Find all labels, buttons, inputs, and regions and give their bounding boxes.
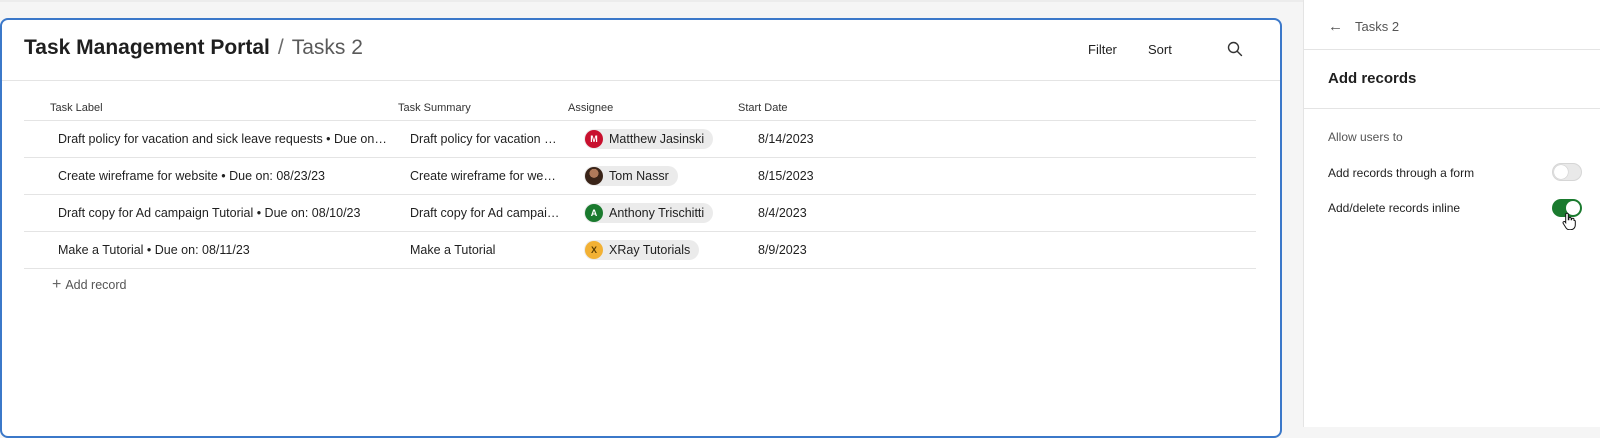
records-table: Task Label Task Summary Assignee Start D… [24,98,1256,269]
settings-panel: ← Tasks 2 Add records Allow users to Add… [1303,0,1600,427]
assignee-chip[interactable]: X XRay Tutorials [584,240,700,260]
start-date-cell[interactable]: 8/14/2023 [758,132,858,146]
column-header-assignee[interactable]: Assignee [568,102,613,114]
assignee-name: Matthew Jasinski [609,132,705,146]
task-label-cell[interactable]: Draft copy for Ad campaign Tutorial • Du… [58,206,390,220]
view-header: Task Management Portal / Tasks 2 Filter So… [2,20,1280,81]
column-header-start-date[interactable]: Start Date [738,102,788,114]
page-name: Tasks 2 [291,36,363,59]
toggle-knob [1554,165,1568,179]
arrow-left-icon: ← [1328,18,1343,35]
avatar: M [585,130,603,148]
app-name[interactable]: Task Management Portal [24,36,270,59]
task-summary-cell[interactable]: Draft copy for Ad campaign Tutorial [410,206,562,220]
table-row[interactable]: Make a Tutorial • Due on: 08/11/23 Make … [24,232,1256,269]
assignee-name: Anthony Trischitti [609,206,705,220]
option-label-form: Add records through a form [1328,166,1475,180]
start-date-cell[interactable]: 8/4/2023 [758,206,858,220]
table-row[interactable]: Create wireframe for website • Due on: 0… [24,158,1256,195]
toggle-add-records-form[interactable] [1552,163,1582,181]
assignee-chip[interactable]: M Matthew Jasinski [584,129,714,149]
search-icon[interactable] [1227,41,1243,57]
breadcrumb-separator: / [277,36,284,59]
table-header: Task Label Task Summary Assignee Start D… [24,98,1256,121]
page-title: Task Management Portal / Tasks 2 [24,36,363,60]
avatar: X [585,241,603,259]
assignee-name: XRay Tutorials [609,243,691,257]
column-header-task-summary[interactable]: Task Summary [398,102,471,114]
panel-divider [1304,49,1600,50]
add-record-label: Add record [65,278,127,292]
avatar [585,167,603,185]
panel-title: Add records [1328,70,1417,87]
table-row[interactable]: Draft policy for vacation and sick leave… [24,121,1256,158]
plus-icon: + [52,276,62,293]
assignee-chip[interactable]: A Anthony Trischitti [584,203,714,223]
hand-cursor-icon [1562,212,1576,230]
task-summary-cell[interactable]: Create wireframe for website [410,169,562,183]
avatar: A [585,204,603,222]
panel-divider [1304,108,1600,109]
table-row[interactable]: Draft copy for Ad campaign Tutorial • Du… [24,195,1256,232]
back-button[interactable]: ← Tasks 2 [1328,18,1399,35]
task-label-cell[interactable]: Draft policy for vacation and sick leave… [58,132,390,146]
start-date-cell[interactable]: 8/9/2023 [758,243,858,257]
assignee-chip[interactable]: Tom Nassr [584,166,678,186]
task-summary-cell[interactable]: Make a Tutorial [410,243,562,257]
add-record-button[interactable]: + Add record [52,276,127,293]
filter-button[interactable]: Filter [1088,42,1117,57]
option-label-inline: Add/delete records inline [1328,201,1461,215]
back-label: Tasks 2 [1355,19,1400,34]
task-label-cell[interactable]: Create wireframe for website • Due on: 0… [58,169,390,183]
task-label-cell[interactable]: Make a Tutorial • Due on: 08/11/23 [58,243,390,257]
column-header-task-label[interactable]: Task Label [50,102,103,114]
sort-button[interactable]: Sort [1148,42,1172,57]
task-summary-cell[interactable]: Draft policy for vacation and sick leave… [410,132,562,146]
main-view: Task Management Portal / Tasks 2 Filter So… [0,18,1282,438]
assignee-name: Tom Nassr [609,169,669,183]
allow-users-label: Allow users to [1328,130,1403,144]
start-date-cell[interactable]: 8/15/2023 [758,169,858,183]
